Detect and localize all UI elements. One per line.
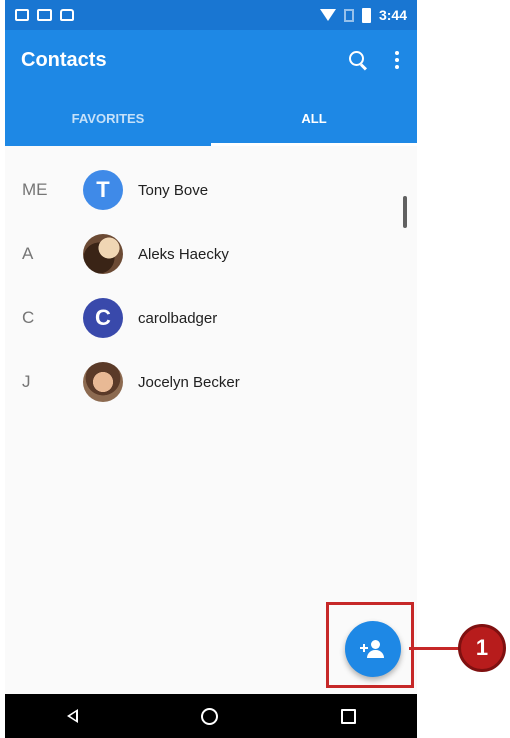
section-letter: J xyxy=(22,372,31,391)
contact-row-carolbadger[interactable]: C C carolbadger xyxy=(5,286,417,350)
contact-name: Jocelyn Becker xyxy=(138,373,240,391)
section-letter: ME xyxy=(22,180,48,199)
tab-bar: FAVORITES ALL xyxy=(5,90,417,146)
section-letter: C xyxy=(22,308,35,327)
avatar: C xyxy=(83,298,123,338)
contact-name: Aleks Haecky xyxy=(138,245,229,263)
sim-icon xyxy=(343,8,354,22)
status-notifications xyxy=(15,9,74,21)
add-contact-icon xyxy=(360,640,386,658)
app-title: Contacts xyxy=(21,48,107,71)
section-letter: A xyxy=(22,244,34,263)
status-time: 3:44 xyxy=(378,7,407,23)
contact-row-tony-bove[interactable]: ME T Tony Bove xyxy=(5,158,417,222)
contact-name: carolbadger xyxy=(138,309,218,327)
notification-icon xyxy=(15,9,29,21)
more-options-icon[interactable] xyxy=(393,51,401,69)
tab-all[interactable]: ALL xyxy=(211,90,417,146)
phone-screen: 3:44 Contacts FAVORITES ALL ME T Tony Bo… xyxy=(5,0,417,738)
callout-line xyxy=(409,647,459,650)
battery-icon xyxy=(361,7,371,23)
home-icon[interactable] xyxy=(200,707,218,725)
search-icon[interactable] xyxy=(349,51,368,71)
add-contact-button[interactable] xyxy=(345,621,401,677)
contact-name: Tony Bove xyxy=(138,181,209,199)
app-toolbar: Contacts xyxy=(5,30,417,90)
status-bar: 3:44 xyxy=(5,0,417,30)
contact-row-jocelyn-becker[interactable]: J Jocelyn Becker xyxy=(5,350,417,414)
photo-icon xyxy=(60,9,74,21)
callout-badge: 1 xyxy=(458,624,506,672)
avatar-photo xyxy=(83,362,123,402)
wifi-icon xyxy=(319,9,336,21)
contact-list: ME T Tony Bove A Aleks Haecky C C carolb… xyxy=(5,158,417,414)
tab-favorites[interactable]: FAVORITES xyxy=(5,90,211,146)
mail-icon xyxy=(37,9,52,21)
toolbar-actions xyxy=(349,51,401,71)
scrollbar[interactable] xyxy=(403,196,407,228)
recents-icon[interactable] xyxy=(340,708,356,724)
avatar: T xyxy=(83,170,123,210)
contact-row-aleks-haecky[interactable]: A Aleks Haecky xyxy=(5,222,417,286)
back-icon[interactable] xyxy=(66,709,78,723)
avatar-photo xyxy=(83,234,123,274)
status-system: 3:44 xyxy=(319,7,407,23)
navigation-bar xyxy=(5,694,417,738)
